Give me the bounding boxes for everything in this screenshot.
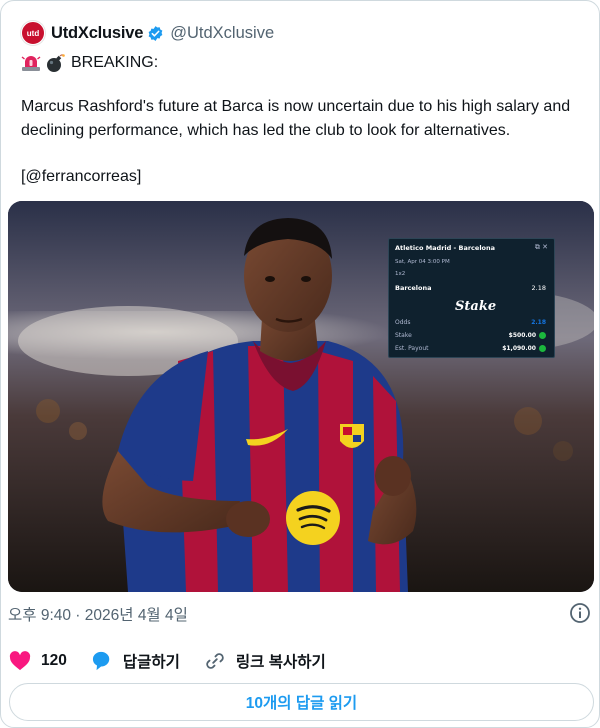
bet-payout-value-wrap: $1,090.00	[502, 345, 546, 352]
reply-button[interactable]: 답글하기	[91, 650, 180, 672]
bet-odds-label: Odds	[395, 319, 411, 326]
info-icon[interactable]	[569, 602, 591, 624]
bet-odds-value: 2.18	[531, 319, 546, 326]
tweet-timestamp[interactable]: 오후 9:40 · 2026년 4월 4일	[8, 603, 188, 625]
tweet-card: utd UtdXclusive @UtdXclusive BREAKING: M…	[0, 0, 600, 728]
coin-icon	[539, 345, 546, 352]
bet-date: Sat, Apr 04 3:00 PM	[395, 259, 450, 265]
bet-share-icon: ⧉ ✕	[534, 243, 548, 251]
bet-market: 1x2	[395, 271, 406, 277]
breaking-line: BREAKING:	[21, 51, 158, 75]
handle[interactable]: @UtdXclusive	[170, 24, 274, 43]
bet-stake-value: $500.00	[508, 332, 536, 339]
coin-icon	[539, 332, 546, 339]
tweet-photo[interactable]: Atletico Madrid - Barcelona ⧉ ✕ Sat, Apr…	[8, 201, 594, 592]
bet-stake-value-wrap: $500.00	[509, 332, 546, 339]
bet-payout-row: Est. Payout $1,090.00	[395, 345, 546, 352]
bet-stake-label: Stake	[395, 332, 412, 339]
speech-bubble-icon	[92, 651, 110, 671]
bet-odds-row: Odds 2.18	[395, 319, 546, 326]
bomb-icon	[47, 54, 65, 72]
copy-link-button[interactable]: 링크 복사하기	[204, 650, 326, 672]
bet-slip-card: Atletico Madrid - Barcelona ⧉ ✕ Sat, Apr…	[388, 238, 555, 358]
bet-match: Atletico Madrid - Barcelona	[395, 244, 496, 252]
tweet-header: utd UtdXclusive @UtdXclusive	[21, 19, 274, 47]
stake-logo: Stake	[455, 299, 497, 314]
mention-link[interactable]: [@ferrancorreas]	[21, 165, 141, 189]
heart-icon	[9, 651, 31, 671]
like-button[interactable]: 120	[9, 651, 67, 671]
avatar[interactable]: utd	[21, 21, 45, 45]
verified-badge-icon	[148, 25, 163, 41]
bet-selection-odds: 2.18	[531, 284, 546, 292]
link-icon	[206, 653, 224, 669]
copy-link-label: 링크 복사하기	[235, 654, 326, 671]
action-bar: 120 답글하기 링크 복사하기	[9, 648, 350, 674]
bet-stake-row: Stake $500.00	[395, 332, 546, 339]
like-count: 120	[41, 652, 67, 669]
bet-selection: Barcelona	[395, 284, 432, 292]
display-name[interactable]: UtdXclusive	[51, 24, 143, 43]
reply-label: 답글하기	[122, 654, 180, 671]
tweet-body: Marcus Rashford's future at Barca is now…	[21, 98, 571, 139]
bet-payout-label: Est. Payout	[395, 345, 429, 352]
read-replies-button[interactable]: 10개의 답글 읽기	[9, 683, 594, 721]
bet-payout-value: $1,090.00	[502, 345, 536, 352]
breaking-label: BREAKING:	[71, 54, 159, 71]
siren-icon	[21, 56, 41, 71]
